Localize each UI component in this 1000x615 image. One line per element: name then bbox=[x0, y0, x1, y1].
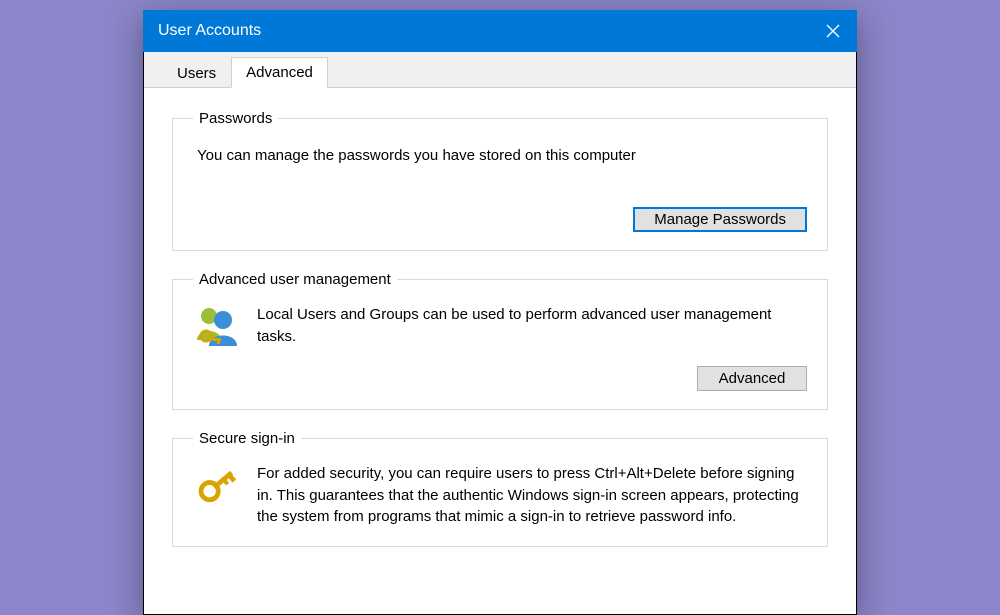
client-area: Users Advanced Passwords You can manage … bbox=[143, 52, 857, 615]
advanced-mgmt-desc: Local Users and Groups can be used to pe… bbox=[257, 304, 807, 348]
advanced-button[interactable]: Advanced bbox=[697, 366, 807, 391]
passwords-desc: You can manage the passwords you have st… bbox=[193, 143, 807, 191]
key-icon bbox=[193, 461, 241, 509]
secure-signin-desc: For added security, you can require user… bbox=[257, 463, 807, 528]
group-secure-legend: Secure sign-in bbox=[193, 430, 301, 447]
window-title: User Accounts bbox=[158, 22, 261, 40]
tab-advanced[interactable]: Advanced bbox=[231, 57, 328, 88]
tab-strip: Users Advanced bbox=[144, 52, 856, 88]
users-icon bbox=[193, 302, 241, 350]
group-passwords: Passwords You can manage the passwords y… bbox=[172, 110, 828, 251]
group-advanced-user-management: Advanced user management bbox=[172, 271, 828, 410]
tab-body: Passwords You can manage the passwords y… bbox=[144, 88, 856, 547]
group-advanced-legend: Advanced user management bbox=[193, 271, 397, 288]
group-secure-signin: Secure sign-in For added security, bbox=[172, 430, 828, 547]
close-icon bbox=[826, 24, 840, 38]
user-accounts-window: User Accounts Users Advanced Passwords Y… bbox=[143, 10, 857, 615]
titlebar: User Accounts bbox=[143, 10, 857, 52]
manage-passwords-button[interactable]: Manage Passwords bbox=[633, 207, 807, 232]
group-passwords-legend: Passwords bbox=[193, 110, 278, 127]
close-button[interactable] bbox=[809, 10, 857, 52]
tab-users[interactable]: Users bbox=[162, 58, 231, 88]
